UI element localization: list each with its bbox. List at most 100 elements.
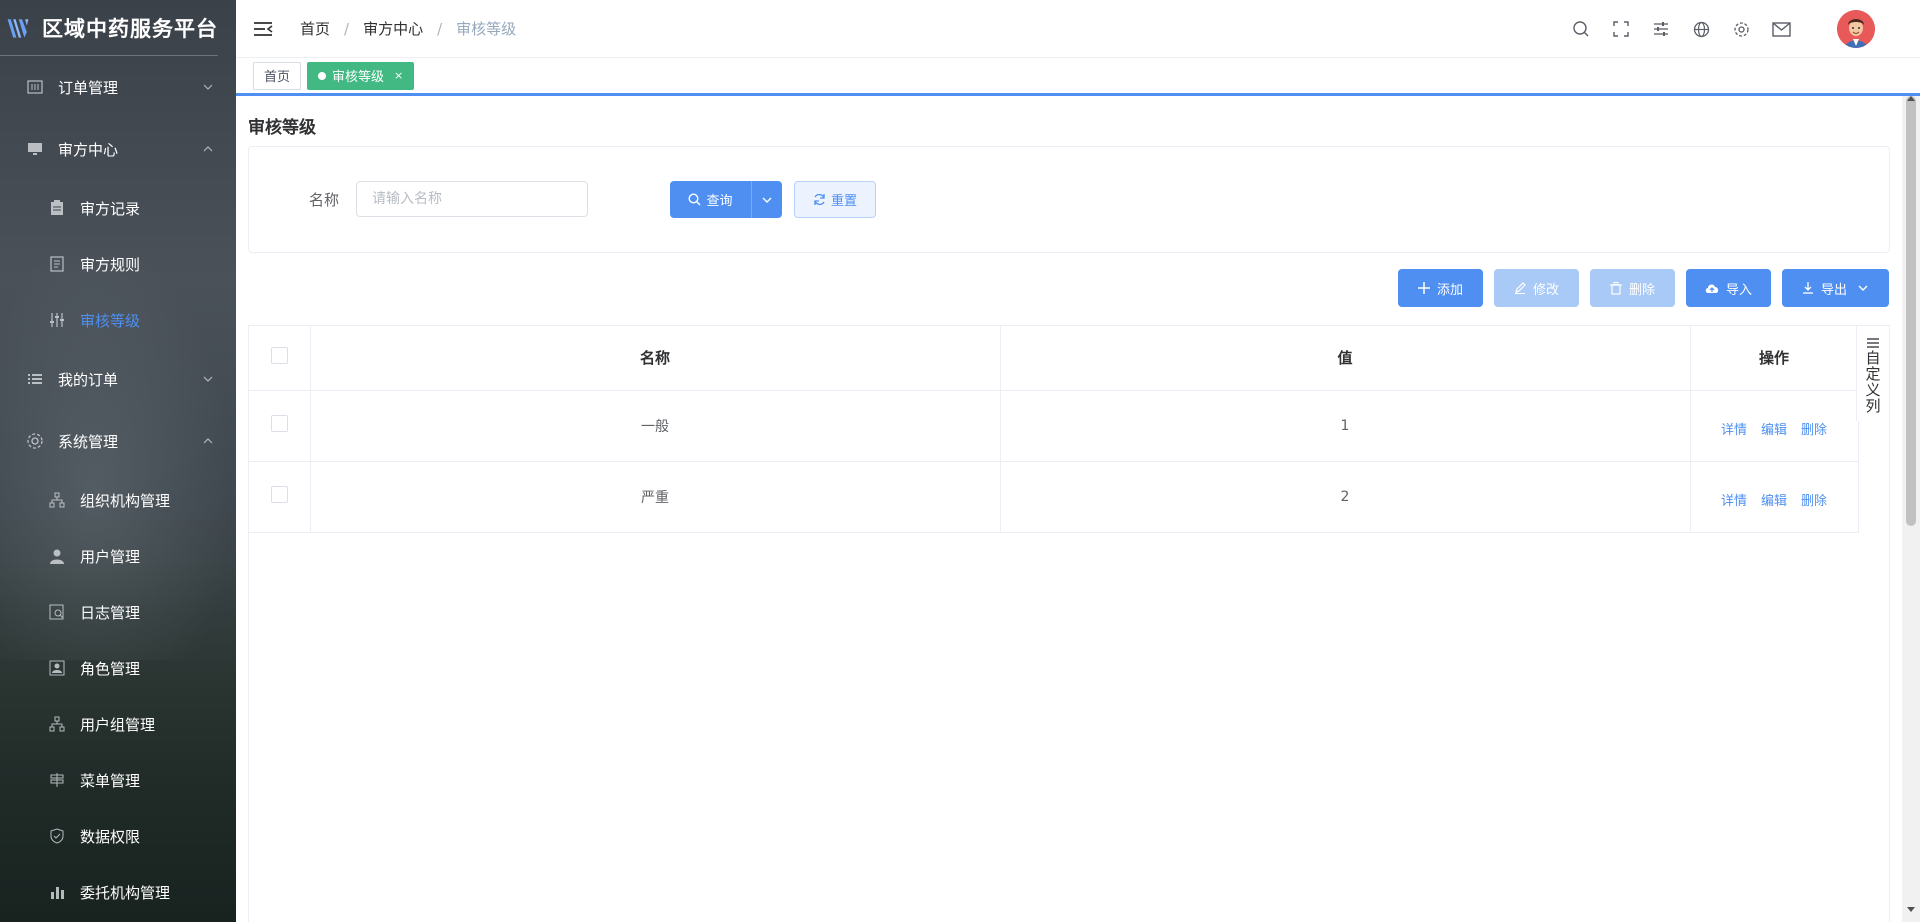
edit-icon	[1514, 282, 1526, 294]
id-card-icon	[48, 659, 66, 677]
shield-icon	[48, 827, 66, 845]
globe-icon[interactable]	[1691, 19, 1711, 39]
sidebar-item-label: 用户组管理	[80, 715, 156, 734]
tag-home[interactable]: 首页	[253, 61, 302, 90]
app-logo[interactable]: 区域中药服务平台	[0, 0, 218, 56]
add-button[interactable]: 添加	[1398, 269, 1483, 307]
query-button[interactable]: 查询	[670, 181, 752, 218]
avatar-image	[1837, 10, 1875, 48]
sidebar-item-label: 组织机构管理	[80, 491, 171, 510]
table-toolbar: 添加 修改 删除 导入 导出	[248, 269, 1890, 307]
avatar[interactable]	[1837, 10, 1875, 48]
download-icon	[1802, 282, 1814, 294]
edit-button[interactable]: 修改	[1494, 269, 1579, 307]
name-label: 名称	[309, 191, 340, 209]
row-select-cell	[249, 390, 311, 462]
export-label: 导出	[1820, 282, 1847, 298]
breadcrumb: 首页 / 审方中心 / 审核等级	[300, 18, 516, 39]
search-icon[interactable]	[1571, 19, 1591, 39]
edit-link[interactable]: 编辑	[1761, 423, 1787, 438]
document-icon	[48, 255, 66, 273]
delete-button[interactable]: 删除	[1590, 269, 1675, 307]
sidebar-item-orders[interactable]: 订单管理	[0, 56, 236, 118]
settings-sliders-icon[interactable]	[1651, 19, 1671, 39]
detail-link[interactable]: 详情	[1721, 494, 1747, 509]
table-row[interactable]: 严重 2 详情 编辑 删除	[249, 461, 1859, 533]
custom-columns-button[interactable]: 自定义列	[1856, 326, 1889, 421]
sidebar-item-logs[interactable]: 日志管理	[0, 584, 236, 640]
breadcrumb-current: 审核等级	[456, 20, 517, 38]
search-form: 名称 查询 重置	[248, 146, 1890, 253]
sidebar-item-org[interactable]: 组织机构管理	[0, 472, 236, 528]
header-tools	[1551, 0, 1920, 58]
bar-chart-icon	[48, 883, 66, 901]
import-label: 导入	[1725, 282, 1752, 298]
column-header-value[interactable]: 值	[1000, 326, 1691, 391]
mail-icon[interactable]	[1771, 19, 1791, 39]
scrollbar-thumb[interactable]	[1906, 96, 1916, 526]
sidebar-item-review-level[interactable]: 审核等级	[0, 292, 236, 348]
query-dropdown-button[interactable]	[752, 181, 782, 218]
breadcrumb-review-center[interactable]: 审方中心	[363, 18, 423, 39]
import-button[interactable]: 导入	[1686, 269, 1771, 307]
scroll-up-arrow-icon[interactable]	[1907, 96, 1915, 101]
close-icon[interactable]: ×	[394, 69, 403, 82]
plus-icon	[1417, 282, 1430, 294]
chevron-down-icon	[203, 376, 213, 382]
chevron-up-icon	[203, 146, 213, 152]
scroll-down-arrow-icon[interactable]	[1907, 907, 1915, 912]
cell-name: 严重	[310, 461, 1001, 533]
org-tree-icon	[48, 491, 66, 509]
sidebar-item-users[interactable]: 用户管理	[0, 528, 236, 584]
gear-icon[interactable]	[1731, 19, 1751, 39]
sidebar-item-label: 审方中心	[58, 140, 119, 159]
tag-label: 首页	[264, 70, 291, 85]
sidebar-item-review-rules[interactable]: 审方规则	[0, 236, 236, 292]
row-checkbox[interactable]	[270, 415, 288, 432]
sidebar-item-label: 数据权限	[80, 827, 141, 846]
sidebar-item-user-groups[interactable]: 用户组管理	[0, 696, 236, 752]
name-search-input[interactable]	[356, 181, 588, 217]
export-button[interactable]: 导出	[1782, 269, 1889, 307]
sidebar-menu: 订单管理 审方中心 审方记录 审方规则 审核等级 我的订单 系统管理 组织机构管…	[0, 56, 236, 920]
reset-label: 重置	[830, 194, 857, 209]
chevron-up-icon	[203, 438, 213, 444]
custom-columns-label: 自定义列	[1863, 350, 1882, 414]
cell-value: 2	[1000, 461, 1691, 533]
menu-collapse-icon[interactable]	[252, 18, 274, 40]
row-checkbox[interactable]	[270, 486, 288, 503]
detail-link[interactable]: 详情	[1721, 423, 1747, 438]
query-button-group: 查询	[670, 181, 782, 218]
sidebar-item-menus[interactable]: 菜单管理	[0, 752, 236, 808]
fullscreen-icon[interactable]	[1611, 19, 1631, 39]
data-table: 名称 值 操作 一般 1 详情 编辑 删除 严重 2 详情 编辑 删除 自定义列	[248, 325, 1890, 922]
tag-review-level[interactable]: 审核等级 ×	[307, 61, 415, 90]
reset-button[interactable]: 重置	[794, 181, 876, 218]
signpost-icon	[48, 771, 66, 789]
sidebar-item-data-permissions[interactable]: 数据权限	[0, 808, 236, 864]
delete-link[interactable]: 删除	[1801, 423, 1827, 438]
select-all-checkbox[interactable]	[270, 347, 288, 365]
breadcrumb-home[interactable]: 首页	[300, 18, 330, 39]
sidebar-item-review-center[interactable]: 审方中心	[0, 118, 236, 180]
sidebar-item-label: 系统管理	[58, 432, 119, 451]
delete-link[interactable]: 删除	[1801, 494, 1827, 509]
sidebar-item-delegated-orgs[interactable]: 委托机构管理	[0, 864, 236, 920]
delete-label: 删除	[1628, 282, 1655, 298]
sidebar-item-review-records[interactable]: 审方记录	[0, 180, 236, 236]
sidebar: 区域中药服务平台 订单管理 审方中心 审方记录 审方规则 审核等级 我的订单 系…	[0, 0, 236, 922]
table-row[interactable]: 一般 1 详情 编辑 删除	[249, 390, 1859, 462]
chevron-down-icon	[1858, 285, 1868, 291]
column-header-name[interactable]: 名称	[310, 326, 1001, 391]
add-label: 添加	[1436, 282, 1463, 298]
edit-link[interactable]: 编辑	[1761, 494, 1787, 509]
logo-icon	[7, 18, 29, 38]
sidebar-item-roles[interactable]: 角色管理	[0, 640, 236, 696]
top-header: 首页 / 审方中心 / 审核等级	[236, 0, 1920, 58]
sidebar-item-label: 审方记录	[80, 199, 141, 218]
sidebar-item-label: 用户管理	[80, 547, 141, 566]
query-label: 查询	[706, 194, 733, 209]
sidebar-item-my-orders[interactable]: 我的订单	[0, 348, 236, 410]
edit-label: 修改	[1532, 282, 1559, 298]
sidebar-item-system[interactable]: 系统管理	[0, 410, 236, 472]
